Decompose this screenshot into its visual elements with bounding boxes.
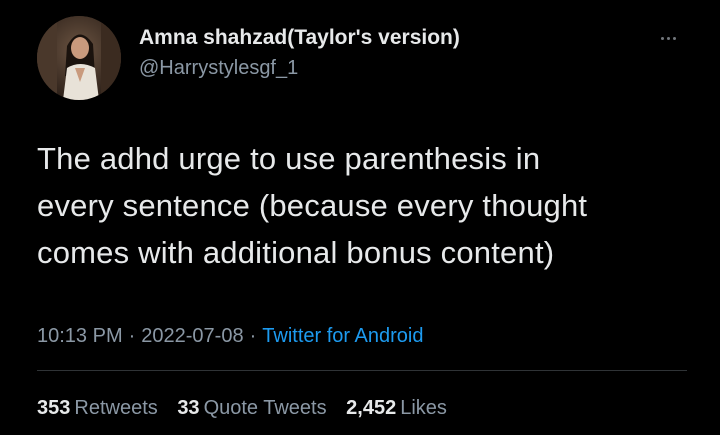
more-horizontal-icon (660, 36, 664, 40)
tweet-text-line: The adhd urge to use parenthesis in (37, 141, 541, 176)
likes-label: Likes (400, 397, 447, 419)
divider (37, 370, 687, 371)
tweet-card: Amna shahzad(Taylor's version) @Harrysty… (0, 0, 720, 435)
retweets-label: Retweets (74, 397, 158, 419)
tweet-stats: 353 Retweets 33 Quote Tweets 2,452 Likes (37, 397, 461, 420)
tweet-source-link[interactable]: Twitter for Android (262, 325, 423, 347)
tweet-date[interactable]: 2022-07-08 (141, 325, 243, 347)
meta-separator: · (249, 325, 257, 347)
avatar[interactable] (37, 16, 121, 100)
more-horizontal-icon (672, 36, 676, 40)
more-options-button[interactable] (648, 30, 688, 46)
author-handle[interactable]: @Harrystylesgf_1 (139, 57, 298, 80)
quote-tweets-label: Quote Tweets (203, 397, 327, 419)
tweet-time[interactable]: 10:13 PM (37, 325, 123, 347)
quote-tweets-stat[interactable]: 33 Quote Tweets (177, 397, 326, 419)
tweet-meta: 10:13 PM · 2022-07-08 · Twitter for Android (37, 325, 423, 348)
tweet-text-line: comes with additional bonus content) (37, 235, 555, 270)
meta-separator: · (128, 325, 136, 347)
author-display-name[interactable]: Amna shahzad(Taylor's version) (139, 26, 460, 50)
profile-photo-icon (37, 16, 121, 100)
tweet-text-line: every sentence (because every thought (37, 188, 588, 223)
retweets-stat[interactable]: 353 Retweets (37, 397, 158, 419)
likes-count: 2,452 (346, 397, 397, 419)
retweets-count: 353 (37, 397, 71, 419)
more-horizontal-icon (666, 36, 670, 40)
tweet-text: The adhd urge to use parenthesis in ever… (37, 135, 697, 276)
likes-stat[interactable]: 2,452 Likes (346, 397, 447, 419)
quote-tweets-count: 33 (177, 397, 200, 419)
